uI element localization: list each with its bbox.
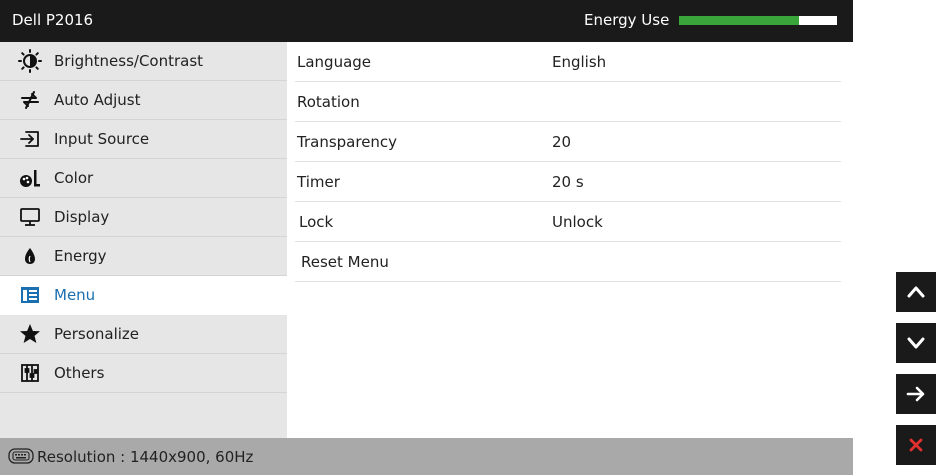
title-bar: Dell P2016 Energy Use <box>0 0 853 42</box>
setting-label: Lock <box>299 213 334 231</box>
setting-label: Rotation <box>297 93 360 111</box>
energy-use-meter <box>679 16 837 25</box>
chevron-down-icon <box>907 337 925 349</box>
sidebar-item-label: Personalize <box>54 325 140 343</box>
sidebar-item-input-source[interactable]: Input Source <box>0 120 287 159</box>
input-source-icon <box>18 127 42 151</box>
brightness-icon <box>18 49 42 73</box>
close-icon <box>909 438 923 452</box>
sidebar-item-label: Color <box>54 169 94 187</box>
sidebar-item-auto-adjust[interactable]: Auto Adjust <box>0 81 287 120</box>
auto-adjust-icon <box>18 88 42 112</box>
setting-row-lock[interactable]: Lock Unlock <box>295 202 841 242</box>
setting-row-reset-menu[interactable]: Reset Menu <box>295 242 841 282</box>
sidebar-item-color[interactable]: Color <box>0 159 287 198</box>
sidebar-item-label: Input Source <box>54 130 150 148</box>
others-icon <box>18 361 42 385</box>
monitor-model-title: Dell P2016 <box>12 11 94 29</box>
setting-row-transparency[interactable]: Transparency 20 <box>295 122 841 162</box>
setting-label: Timer <box>297 173 340 191</box>
nav-enter-button[interactable] <box>896 374 936 414</box>
setting-label: Transparency <box>297 133 398 151</box>
color-icon <box>18 166 42 190</box>
sidebar-item-label: Others <box>54 364 105 382</box>
setting-value: Unlock <box>552 213 603 231</box>
sidebar-item-label: Energy <box>54 247 107 265</box>
osd-menu: Dell P2016 Energy Use Brightness/Contras… <box>0 0 853 475</box>
sidebar-item-label: Auto Adjust <box>54 91 141 109</box>
energy-use-fill <box>679 16 800 25</box>
nav-exit-button[interactable] <box>896 425 936 465</box>
setting-value: 20 <box>552 133 572 151</box>
menu-icon <box>18 283 42 307</box>
sidebar-item-menu[interactable]: Menu <box>0 276 287 315</box>
sidebar-item-energy[interactable]: Energy <box>0 237 287 276</box>
display-icon <box>18 205 42 229</box>
keyboard-icon <box>8 448 34 468</box>
resolution-status: Resolution : 1440x900, 60Hz <box>37 448 254 466</box>
setting-label: Language <box>297 53 372 71</box>
sidebar-item-label: Menu <box>54 286 96 304</box>
sidebar: Brightness/Contrast Auto Adjust Input So… <box>0 42 287 438</box>
sidebar-item-personalize[interactable]: Personalize <box>0 315 287 354</box>
energy-use-label: Energy Use <box>584 11 670 29</box>
sidebar-item-display[interactable]: Display <box>0 198 287 237</box>
setting-row-language[interactable]: Language English <box>295 42 841 82</box>
setting-row-rotation[interactable]: Rotation <box>295 82 841 122</box>
setting-label: Reset Menu <box>301 253 389 271</box>
arrow-right-icon <box>906 386 925 402</box>
sidebar-item-brightness-contrast[interactable]: Brightness/Contrast <box>0 42 287 81</box>
sidebar-item-label: Brightness/Contrast <box>54 52 204 70</box>
energy-icon <box>18 244 42 268</box>
nav-up-button[interactable] <box>896 272 936 312</box>
sidebar-item-others[interactable]: Others <box>0 354 287 393</box>
nav-down-button[interactable] <box>896 323 936 363</box>
sidebar-item-label: Display <box>54 208 110 226</box>
setting-value: 20 s <box>552 173 584 191</box>
setting-row-timer[interactable]: Timer 20 s <box>295 162 841 202</box>
menu-settings-panel: Language English Rotation Transparency 2… <box>287 42 853 438</box>
star-icon <box>18 322 42 346</box>
setting-value: English <box>552 53 607 71</box>
chevron-up-icon <box>907 286 925 298</box>
status-footer: Resolution : 1440x900, 60Hz <box>0 438 853 475</box>
